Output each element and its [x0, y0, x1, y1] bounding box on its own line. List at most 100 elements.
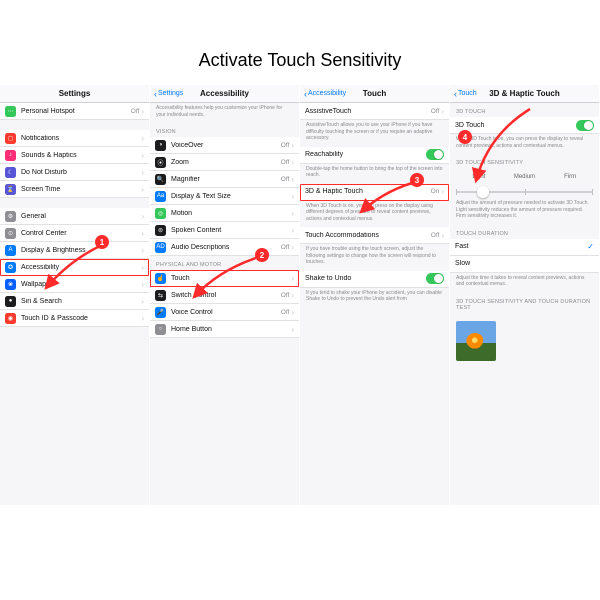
row-fast[interactable]: Fast✓ — [450, 239, 599, 256]
slider-knob[interactable] — [477, 186, 489, 198]
row-label: Shake to Undo — [305, 275, 426, 282]
home-button-icon: ○ — [155, 324, 166, 335]
panel-settings: Settings ⋯Personal HotspotOff› ◻ Notificat… — [0, 85, 150, 505]
checkmark-icon: ✓ — [587, 242, 594, 251]
notifications-icon: ◻ — [5, 133, 16, 144]
row-personal-hotspot[interactable]: ⋯Personal HotspotOff› — [0, 103, 149, 120]
row-notifications[interactable]: ◻Notifications› — [0, 130, 149, 147]
back-label: Settings — [158, 90, 183, 97]
seg-firm: Firm — [547, 170, 593, 184]
chevron-right-icon: › — [291, 141, 294, 150]
back-button[interactable]: ‹Accessibility — [304, 89, 346, 99]
chevron-right-icon: › — [141, 229, 144, 238]
row-motion[interactable]: ◎Motion› — [150, 205, 299, 222]
header-touch: ‹Accessibility Touch — [300, 85, 449, 103]
audio-desc-icon: AD — [155, 242, 166, 253]
row-screen-time[interactable]: ⌛ Screen Time› — [0, 181, 149, 198]
desc-text: If you tend to shake your iPhone by acci… — [300, 288, 449, 308]
chevron-right-icon: › — [291, 291, 294, 300]
row-label: Screen Time — [21, 186, 141, 193]
chevron-right-icon: › — [141, 107, 144, 116]
header-settings: Settings — [0, 85, 149, 103]
row-shake-to-undo[interactable]: Shake to Undo — [300, 271, 449, 288]
back-button[interactable]: ‹Settings — [154, 89, 183, 99]
toggle-on-icon[interactable] — [576, 120, 594, 131]
voice-control-icon: 🎤 — [155, 307, 166, 318]
row-value: Off — [281, 292, 290, 299]
row-value: Off — [281, 244, 290, 251]
row-value: Off — [431, 108, 440, 115]
zoom-icon: ⦿ — [155, 157, 166, 168]
row-reachability[interactable]: Reachability — [300, 147, 449, 164]
motion-icon: ◎ — [155, 208, 166, 219]
row-label: Home Button — [171, 326, 291, 333]
row-label: Siri & Search — [21, 298, 141, 305]
voiceover-icon: ◑ — [155, 140, 166, 151]
chevron-right-icon: › — [291, 209, 294, 218]
row-display-text-size[interactable]: AaDisplay & Text Size› — [150, 188, 299, 205]
chevron-right-icon: › — [141, 151, 144, 160]
desc-text: Adjust the amount of pressure needed to … — [450, 198, 599, 225]
desc-text: If you have trouble using the touch scre… — [300, 244, 449, 271]
chevron-right-icon: › — [141, 314, 144, 323]
chevron-left-icon: ‹ — [154, 89, 157, 99]
chevron-left-icon: ‹ — [454, 89, 457, 99]
row-label: Reachability — [305, 151, 426, 158]
row-touch-accommodations[interactable]: Touch AccommodationsOff› — [300, 227, 449, 244]
touch-icon: ☝ — [155, 273, 166, 284]
row-magnifier[interactable]: 🔍MagnifierOff› — [150, 171, 299, 188]
chevron-right-icon: › — [291, 274, 294, 283]
header-title: Touch — [363, 89, 386, 98]
header-3d-haptic: ‹Touch 3D & Haptic Touch — [450, 85, 599, 103]
row-voiceover[interactable]: ◑VoiceOverOff› — [150, 137, 299, 154]
row-assistivetouch[interactable]: AssistiveTouchOff› — [300, 103, 449, 120]
row-label: Sounds & Haptics — [21, 152, 141, 159]
sensitivity-slider[interactable] — [456, 186, 593, 198]
switch-icon: ⇆ — [155, 290, 166, 301]
chevron-right-icon: › — [141, 185, 144, 194]
row-voice-control[interactable]: 🎤Voice ControlOff› — [150, 304, 299, 321]
section-duration: TOUCH DURATION — [450, 225, 599, 239]
arrow-3 — [355, 178, 417, 218]
panel-touch: ‹Accessibility Touch AssistiveTouchOff›A… — [300, 85, 450, 505]
step-badge-2: 2 — [255, 248, 269, 262]
chevron-right-icon: › — [291, 192, 294, 201]
screentime-icon: ⌛ — [5, 184, 16, 195]
dnd-icon: ☾ — [5, 167, 16, 178]
wallpaper-icon: ❀ — [5, 279, 16, 290]
panel-3d-haptic: ‹Touch 3D & Haptic Touch 3D TOUCH 3D Tou… — [450, 85, 600, 505]
row-touch-id-passcode[interactable]: ◉Touch ID & Passcode› — [0, 310, 149, 327]
row-do-not-disturb[interactable]: ☾Do Not Disturb› — [0, 164, 149, 181]
toggle-on-icon[interactable] — [426, 149, 444, 160]
row-value: On — [431, 188, 440, 195]
chevron-right-icon: › — [141, 212, 144, 221]
chevron-left-icon: ‹ — [304, 89, 307, 99]
row-home-button[interactable]: ○ Home Button› — [150, 321, 299, 338]
chevron-right-icon: › — [291, 243, 294, 252]
row-slow[interactable]: Slow — [450, 256, 599, 273]
header-title: Accessibility — [200, 89, 249, 98]
chevron-right-icon: › — [291, 325, 294, 334]
display-icon: A — [5, 245, 16, 256]
step-badge-4: 4 — [458, 130, 472, 144]
section-vision: VISION — [150, 123, 299, 137]
toggle-on-icon[interactable] — [426, 273, 444, 284]
row-label: Touch ID & Passcode — [21, 315, 141, 322]
hotspot-icon: ⋯ — [5, 106, 16, 117]
row-label: Notifications — [21, 135, 141, 142]
row-zoom[interactable]: ⦿ZoomOff› — [150, 154, 299, 171]
step-badge-1: 1 — [95, 235, 109, 249]
chevron-right-icon: › — [141, 297, 144, 306]
accessibility-icon: ✪ — [5, 262, 16, 273]
chevron-right-icon: › — [291, 175, 294, 184]
row-value: Off — [281, 309, 290, 316]
test-image[interactable] — [456, 321, 496, 361]
row-sounds-haptics[interactable]: ♪Sounds & Haptics› — [0, 147, 149, 164]
row-general[interactable]: ⚙General› — [0, 208, 149, 225]
row-spoken-content[interactable]: ⊜Spoken Content› — [150, 222, 299, 239]
chevron-right-icon: › — [141, 280, 144, 289]
row-siri-search[interactable]: ●Siri & Search› — [0, 293, 149, 310]
row-label: VoiceOver — [171, 142, 281, 149]
back-button[interactable]: ‹Touch — [454, 89, 477, 99]
chevron-right-icon: › — [441, 107, 444, 116]
